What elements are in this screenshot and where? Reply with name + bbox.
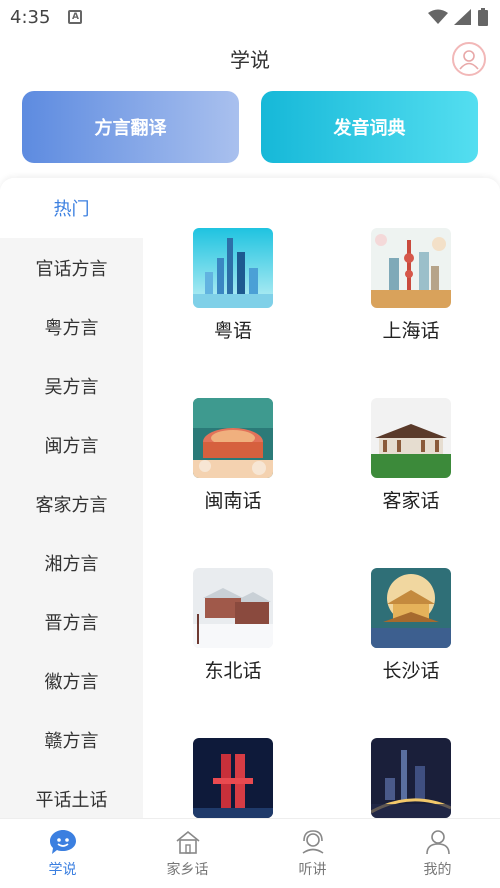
dialect-card[interactable]: 客家话 [331, 398, 491, 513]
sidebar-item-gan[interactable]: 赣方言 [0, 710, 143, 769]
sidebar-item-hui[interactable]: 徽方言 [0, 651, 143, 710]
dialect-card[interactable] [331, 738, 491, 818]
sidebar-item-yue[interactable]: 粤方言 [0, 297, 143, 356]
battery-icon [478, 8, 488, 26]
page-title: 学说 [230, 48, 270, 72]
dictionary-button[interactable]: 发音词典 [261, 91, 478, 163]
home-icon [175, 830, 200, 854]
nav-label-me: 我的 [423, 861, 452, 878]
shanghai-skyline-image [371, 228, 451, 308]
dialect-grid: 粤语 上海话 闽南话 客家话 东北话 长沙话 [143, 178, 500, 818]
nav-item-hometown[interactable]: 家乡话 [125, 819, 250, 888]
changsha-pavilion-image [371, 568, 451, 648]
nav-item-listen[interactable]: 听讲 [250, 819, 375, 888]
sidebar-item-mandarin[interactable]: 官话方言 [0, 238, 143, 297]
nav-label-listen: 听讲 [298, 861, 327, 878]
dialect-name: 东北话 [204, 660, 262, 682]
dialect-card[interactable]: 闽南话 [153, 398, 313, 513]
dialect-card[interactable]: 粤语 [153, 228, 313, 343]
header: 学说 [0, 38, 500, 80]
dialect-name: 客家话 [382, 490, 440, 512]
sidebar-item-jin[interactable]: 晋方言 [0, 592, 143, 651]
status-bar: 4:35 A [0, 0, 500, 34]
nav-label-learn: 学说 [48, 861, 77, 878]
night-city-image [371, 738, 451, 818]
sidebar-item-pinghua[interactable]: 平话土话 [0, 769, 143, 818]
nav-item-me[interactable]: 我的 [375, 819, 500, 888]
nav-label-hometown: 家乡话 [166, 861, 209, 878]
wifi-icon [428, 9, 448, 24]
translate-button[interactable]: 方言翻译 [22, 91, 239, 163]
avatar[interactable] [452, 42, 486, 76]
signal-icon [454, 9, 471, 25]
sidebar: 官话方言 粤方言 吴方言 闽方言 客家方言 湘方言 晋方言 徽方言 赣方言 平话… [0, 238, 143, 818]
bottom-nav: 学说 家乡话 听讲 我的 [0, 818, 500, 888]
night-tower-image [193, 738, 273, 818]
sidebar-item-wu[interactable]: 吴方言 [0, 356, 143, 415]
hakka-hall-image [371, 398, 451, 478]
tulou-image [193, 398, 273, 478]
chat-face-icon [49, 829, 76, 854]
nav-item-learn[interactable]: 学说 [0, 819, 125, 888]
dialect-card[interactable]: 上海话 [331, 228, 491, 343]
snow-town-image [193, 568, 273, 648]
dialect-name: 粤语 [213, 320, 252, 342]
notification-icon: A [68, 10, 83, 24]
dialect-card[interactable]: 东北话 [153, 568, 313, 683]
status-icons [428, 8, 488, 26]
guangzhou-skyline-image [193, 228, 273, 308]
headset-icon [302, 829, 323, 854]
status-time: 4:35 [10, 6, 51, 28]
dialect-name: 闽南话 [204, 490, 262, 512]
dialect-name: 上海话 [382, 320, 440, 342]
dialect-name: 长沙话 [382, 660, 440, 682]
dialect-content: 热门 官话方言 粤方言 吴方言 闽方言 客家方言 湘方言 晋方言 徽方言 赣方言… [0, 178, 500, 818]
dialect-card[interactable] [153, 738, 313, 818]
dialect-card[interactable]: 长沙话 [331, 568, 491, 683]
sidebar-item-hakka[interactable]: 客家方言 [0, 474, 143, 533]
user-avatar-icon [459, 50, 479, 70]
sidebar-item-hot[interactable]: 热门 [0, 178, 143, 238]
sidebar-item-xiang[interactable]: 湘方言 [0, 533, 143, 592]
sidebar-item-min[interactable]: 闽方言 [0, 415, 143, 474]
person-icon [425, 829, 450, 854]
